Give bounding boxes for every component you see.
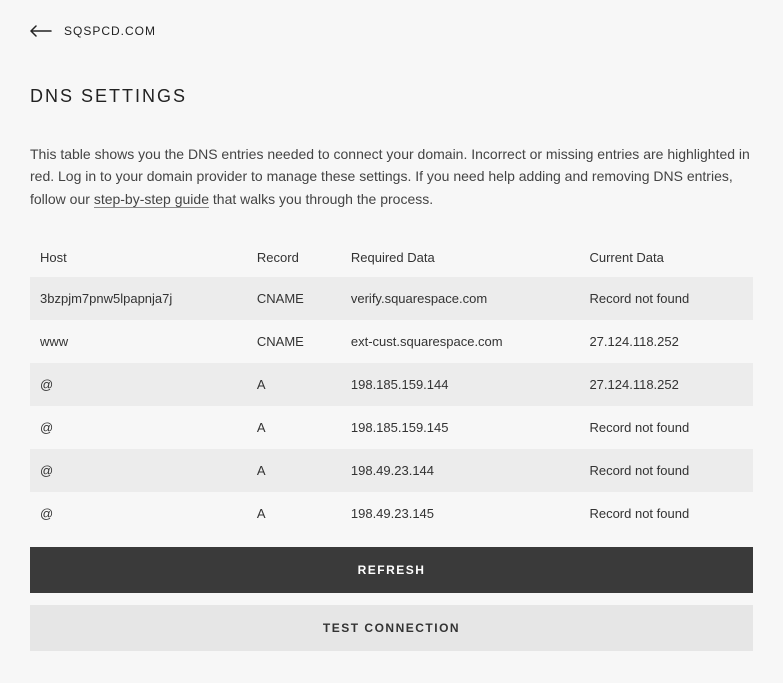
test-connection-button[interactable]: TEST CONNECTION — [30, 605, 753, 651]
description-text-suffix: that walks you through the process. — [209, 191, 433, 207]
cell-record: CNAME — [247, 277, 341, 320]
table-row: 3bzpjm7pnw5lpapnja7jCNAMEverify.squaresp… — [30, 277, 753, 320]
cell-host: @ — [30, 449, 247, 492]
cell-host: @ — [30, 492, 247, 535]
cell-record: A — [247, 449, 341, 492]
cell-host: www — [30, 320, 247, 363]
cell-required: ext-cust.squarespace.com — [341, 320, 580, 363]
table-row: @A198.49.23.145Record not found — [30, 492, 753, 535]
cell-required: 198.49.23.145 — [341, 492, 580, 535]
col-header-required: Required Data — [341, 238, 580, 277]
cell-required: 198.185.159.144 — [341, 363, 580, 406]
col-header-record: Record — [247, 238, 341, 277]
table-row: @A198.49.23.144Record not found — [30, 449, 753, 492]
col-header-current: Current Data — [579, 238, 753, 277]
cell-current: Record not found — [579, 449, 753, 492]
cell-record: A — [247, 406, 341, 449]
cell-current: Record not found — [579, 277, 753, 320]
cell-current: Record not found — [579, 406, 753, 449]
table-header-row: Host Record Required Data Current Data — [30, 238, 753, 277]
cell-required: 198.49.23.144 — [341, 449, 580, 492]
col-header-host: Host — [30, 238, 247, 277]
back-arrow-icon[interactable] — [30, 25, 52, 37]
dns-table: Host Record Required Data Current Data 3… — [30, 238, 753, 535]
breadcrumb[interactable]: SQSPCD.COM — [64, 24, 156, 38]
refresh-button[interactable]: REFRESH — [30, 547, 753, 593]
cell-required: verify.squarespace.com — [341, 277, 580, 320]
page-title: DNS SETTINGS — [30, 86, 753, 107]
cell-host: 3bzpjm7pnw5lpapnja7j — [30, 277, 247, 320]
cell-host: @ — [30, 363, 247, 406]
cell-current: 27.124.118.252 — [579, 363, 753, 406]
header-row: SQSPCD.COM — [30, 24, 753, 38]
description: This table shows you the DNS entries nee… — [30, 143, 753, 210]
cell-current: Record not found — [579, 492, 753, 535]
guide-link[interactable]: step-by-step guide — [94, 191, 209, 208]
cell-required: 198.185.159.145 — [341, 406, 580, 449]
table-row: @A198.185.159.145Record not found — [30, 406, 753, 449]
cell-current: 27.124.118.252 — [579, 320, 753, 363]
table-row: wwwCNAMEext-cust.squarespace.com27.124.1… — [30, 320, 753, 363]
table-row: @A198.185.159.14427.124.118.252 — [30, 363, 753, 406]
cell-record: A — [247, 363, 341, 406]
cell-record: A — [247, 492, 341, 535]
cell-host: @ — [30, 406, 247, 449]
cell-record: CNAME — [247, 320, 341, 363]
